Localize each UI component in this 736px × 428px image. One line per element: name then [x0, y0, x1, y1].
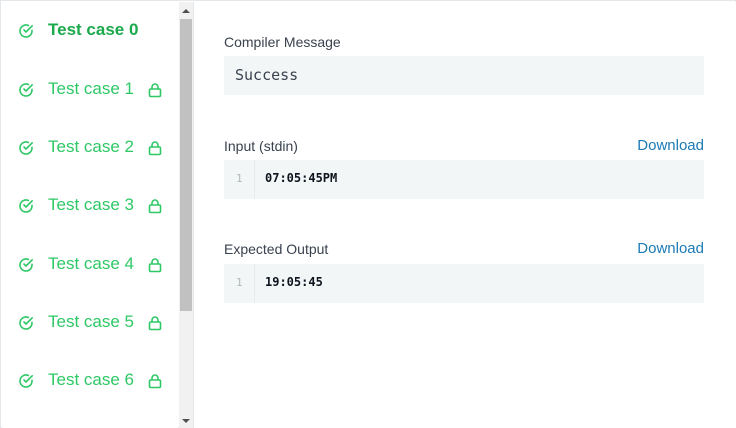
check-circle-icon — [19, 316, 33, 330]
line-gutter: 1 — [224, 264, 255, 303]
lock-icon — [148, 258, 162, 273]
check-circle-icon — [19, 24, 33, 38]
test-case-item-6[interactable]: Test case 6 — [2, 361, 178, 401]
test-case-item-4[interactable]: Test case 4 — [2, 245, 178, 285]
scroll-up-arrow-icon[interactable] — [179, 4, 193, 18]
test-case-label: Test case 6 — [48, 370, 134, 389]
line-number: 1 — [236, 172, 243, 185]
line-number: 1 — [236, 276, 243, 289]
input-code-box: 1 07:05:45PM — [224, 160, 704, 199]
compiler-message-label: Compiler Message — [224, 34, 341, 50]
test-case-label: Test case 4 — [48, 254, 134, 273]
input-label: Input (stdin) — [224, 138, 298, 154]
test-case-item-2[interactable]: Test case 2 — [2, 128, 178, 168]
test-case-item-3[interactable]: Test case 3 — [2, 186, 178, 226]
check-circle-icon — [19, 83, 33, 97]
check-circle-icon — [19, 258, 33, 272]
check-circle-icon — [19, 374, 33, 388]
test-case-item-1[interactable]: Test case 1 — [2, 70, 178, 110]
line-gutter: 1 — [224, 160, 255, 199]
test-case-details: Compiler Message Success Input (stdin) D… — [194, 2, 736, 428]
input-download-link[interactable]: Download — [637, 137, 704, 154]
expected-output-box: 1 19:05:45 — [224, 264, 704, 303]
expected-download-link[interactable]: Download — [637, 240, 704, 257]
test-case-item-0[interactable]: Test case 0 — [2, 11, 178, 51]
scroll-down-arrow-icon[interactable] — [179, 414, 193, 428]
test-results-panel: Test case 0 Test case 1 Test case 2 Test… — [0, 0, 736, 428]
lock-icon — [148, 374, 162, 389]
test-case-item-5[interactable]: Test case 5 — [2, 303, 178, 343]
test-case-label: Test case 1 — [48, 79, 134, 98]
test-case-label: Test case 2 — [48, 137, 134, 156]
lock-icon — [148, 141, 162, 156]
test-case-label: Test case 5 — [48, 312, 134, 331]
check-circle-icon — [19, 141, 33, 155]
compiler-message-text: Success — [235, 66, 299, 84]
test-case-label: Test case 0 — [48, 20, 139, 39]
lock-icon — [148, 83, 162, 98]
check-circle-icon — [19, 199, 33, 213]
compiler-message-box: Success — [224, 56, 704, 95]
scrollbar-thumb[interactable] — [180, 19, 192, 311]
lock-icon — [148, 199, 162, 214]
expected-output-label: Expected Output — [224, 241, 329, 257]
test-case-list: Test case 0 Test case 1 Test case 2 Test… — [2, 2, 178, 428]
lock-icon — [148, 316, 162, 331]
expected-line-text: 19:05:45 — [265, 275, 323, 289]
test-case-label: Test case 3 — [48, 195, 134, 214]
sidebar-scrollbar[interactable] — [179, 2, 193, 428]
input-line-text: 07:05:45PM — [265, 171, 338, 185]
